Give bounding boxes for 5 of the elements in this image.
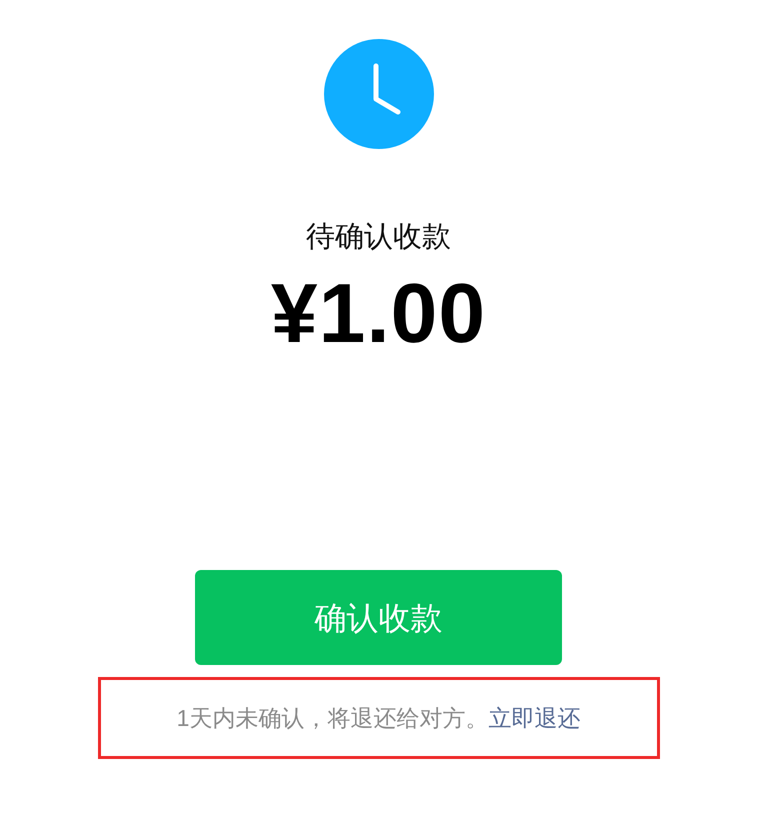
clock-icon — [324, 39, 434, 149]
refund-notice: 1天内未确认，将退还给对方。立即退还 — [176, 704, 580, 733]
amount: ¥1.00 — [270, 265, 486, 361]
refund-link[interactable]: 立即退还 — [488, 704, 580, 731]
status-title: 待确认收款 — [306, 220, 451, 255]
